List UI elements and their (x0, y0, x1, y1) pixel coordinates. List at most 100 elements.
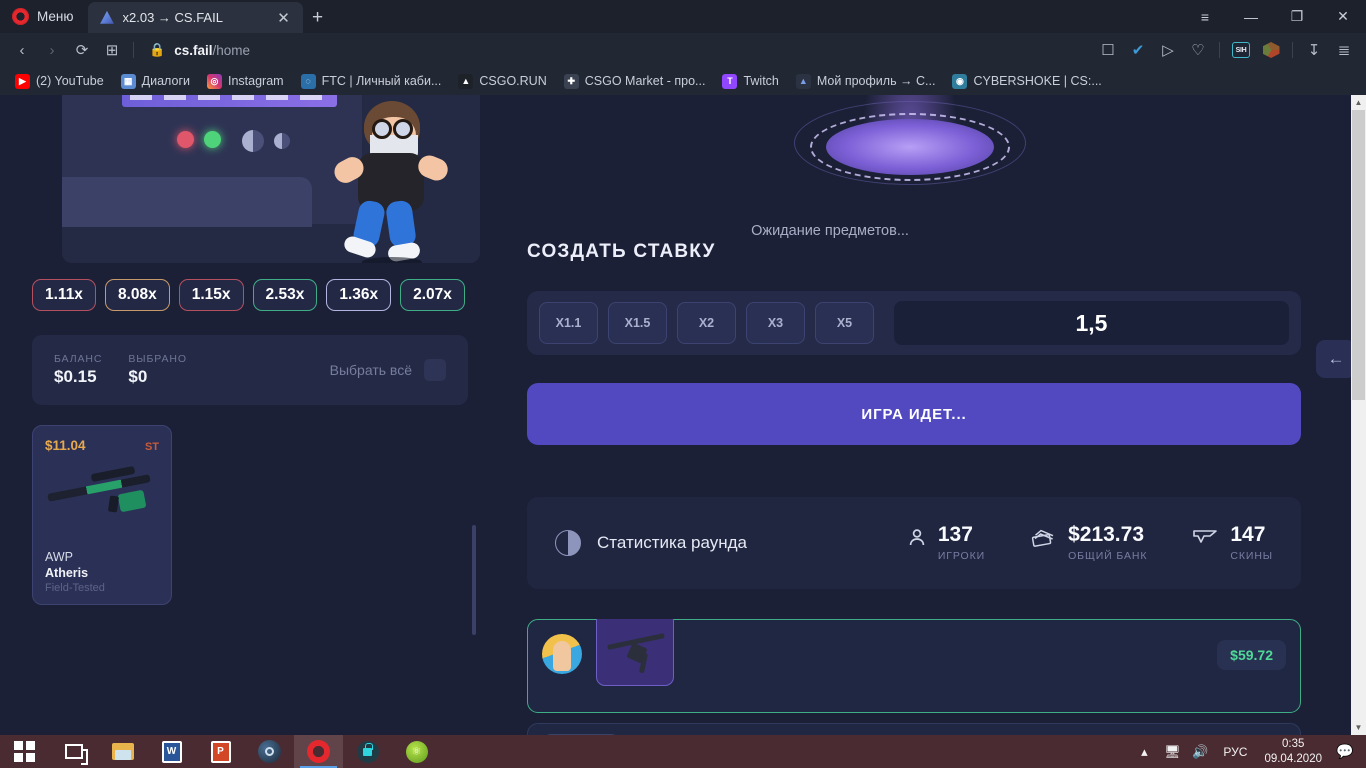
window-controls: ≡ — ❐ ✕ (1182, 0, 1366, 33)
select-all-control[interactable]: Выбрать всё (330, 359, 446, 381)
new-tab-button[interactable]: + (303, 2, 333, 33)
bookmark-dialogs[interactable]: ▦ Диалоги (114, 71, 197, 92)
cube-extension-icon[interactable] (1257, 36, 1285, 64)
select-all-checkbox[interactable] (424, 359, 446, 381)
desk-graphic (62, 177, 312, 227)
multiplier-value: 1.36x (339, 286, 379, 303)
powerpoint-button[interactable]: P (196, 735, 245, 768)
multiplier-chip[interactable]: 1.15x (178, 279, 244, 311)
multiplier-input[interactable]: 1,5 (894, 301, 1289, 345)
address-bar[interactable]: 🔒 cs.fail/home (141, 42, 1092, 58)
network-icon[interactable]: 🖥 (1158, 735, 1186, 768)
chevron-up-icon[interactable]: ▴ (1130, 735, 1158, 768)
windows-taskbar: W P ⚛ ▴ 🖥 🔊 РУС 0:35 09.04.2020 💬 (0, 735, 1366, 768)
stat-value: 137 (937, 523, 973, 547)
bookmark-profile[interactable]: ▲ Мой профиль → С... (789, 71, 943, 92)
bookmark-label: Twitch (743, 74, 779, 88)
bookmark-instagram[interactable]: ◎ Instagram (200, 71, 291, 92)
window-close-icon[interactable]: ✕ (1320, 0, 1366, 33)
item-skin: Atheris (45, 566, 89, 580)
bet-row[interactable]: $39.96 1.5x (527, 723, 1301, 735)
bookmark-youtube[interactable]: ▶ (2) YouTube (8, 71, 111, 92)
volume-icon[interactable]: 🔊 (1186, 735, 1214, 768)
csgomarket-icon: ✚ (563, 73, 579, 89)
collapse-panel-button[interactable]: ← (1316, 340, 1356, 378)
multiplier-preset-x11[interactable]: X1.1 (539, 302, 598, 344)
word-button[interactable]: W (147, 735, 196, 768)
multiplier-preset-x3[interactable]: X3 (746, 302, 805, 344)
language-indicator[interactable]: РУС (1214, 745, 1256, 759)
multiplier-chip[interactable]: 8.08x (104, 279, 170, 311)
bookmark-twitch[interactable]: T Twitch (715, 71, 785, 92)
csgorun-icon: ▲ (458, 73, 474, 89)
multiplier-chip[interactable]: 1.11x (32, 279, 96, 311)
opera-menu-button[interactable]: Меню (0, 0, 88, 33)
multiplier-preset-x15[interactable]: X1.5 (608, 302, 667, 344)
stat-bank: $213.73 ОБЩИЙ БАНК (1031, 524, 1147, 562)
bookmark-label: Мой профиль → С... (816, 74, 936, 88)
browser-tab[interactable]: x2.03 → CS.FAIL ✕ (87, 2, 303, 33)
reload-icon[interactable]: ⟳ (68, 36, 96, 64)
settings-icon[interactable]: ≣ (1330, 36, 1358, 64)
send-icon[interactable]: ▷ (1154, 36, 1182, 64)
multiplier-value: 2.53x (265, 286, 305, 303)
play-button[interactable]: ИГРА ИДЕТ... (527, 383, 1301, 445)
forward-icon[interactable]: › (38, 36, 66, 64)
heart-icon[interactable]: ♡ (1184, 36, 1212, 64)
inventory-scrollbar[interactable] (472, 425, 476, 649)
ak47-item-icon[interactable] (596, 619, 674, 686)
balance-bar: БАЛАНС $0.15 ВЫБРАНО $0 Выбрать всё (32, 335, 468, 405)
url-path: /home (212, 42, 250, 58)
task-view-button[interactable] (49, 735, 98, 768)
bookmark-csgorun[interactable]: ▲ CSGO.RUN (451, 71, 553, 92)
multiplier-chip[interactable]: 2.53x (252, 279, 318, 311)
camera-icon[interactable]: ☐ (1094, 36, 1122, 64)
money-icon (1031, 528, 1057, 553)
multiplier-chip[interactable]: 2.07x (400, 279, 465, 311)
back-icon[interactable]: ‹ (8, 36, 36, 64)
speed-dial-icon[interactable]: ⊞ (98, 36, 126, 64)
scrollbar-thumb[interactable] (1352, 110, 1365, 400)
steam-button[interactable] (245, 735, 294, 768)
bookmark-cybershoke[interactable]: ◉ CYBERSHOKE | CS:... (945, 71, 1108, 92)
twitch-icon: T (722, 73, 738, 89)
multiplier-chip[interactable]: 1.36x (326, 279, 392, 311)
notification-icon[interactable]: 💬 (1330, 735, 1360, 768)
page-scrollbar[interactable]: ▲ ▼ (1351, 95, 1366, 735)
bookmark-csgomarket[interactable]: ✚ CSGO Market - про... (557, 71, 713, 92)
scroll-down-icon[interactable]: ▼ (1351, 720, 1366, 735)
green-app-button[interactable]: ⚛ (392, 735, 441, 768)
tab-strip: x2.03 → CS.FAIL ✕ + (87, 0, 333, 33)
inventory-item[interactable]: $11.04 ST AWP Atheris Field-Tested (32, 425, 172, 605)
multiplier-value: 2.07x (413, 286, 452, 303)
red-led-icon (177, 131, 194, 148)
scroll-up-icon[interactable]: ▲ (1351, 95, 1366, 110)
shield-icon[interactable]: ✔ (1124, 36, 1152, 64)
minimize-icon[interactable]: — (1228, 0, 1274, 33)
maximize-icon[interactable]: ❐ (1274, 0, 1320, 33)
player-icon (907, 528, 927, 553)
bet-list: $59.72 $39.96 1.5x (527, 619, 1301, 735)
multiplier-preset-x2[interactable]: X2 (677, 302, 736, 344)
cs-fail-page: 1.11x 8.08x 1.15x 2.53x 1.36x 2.07x 17.5… (0, 95, 1356, 735)
portal-animation (790, 95, 1030, 215)
close-icon[interactable]: ✕ (273, 7, 295, 29)
opera-taskbar-button[interactable] (294, 735, 343, 768)
vpn-button[interactable] (343, 735, 392, 768)
bet-controls: X1.1 X1.5 X2 X3 X5 1,5 (527, 291, 1301, 355)
tab-list-icon[interactable]: ≡ (1182, 0, 1228, 33)
skin-icon (1193, 528, 1219, 551)
powerpoint-icon: P (210, 740, 231, 763)
start-button[interactable] (0, 735, 49, 768)
bookmark-ftc[interactable]: ◌ FTC | Личный каби... (294, 71, 449, 92)
multiplier-preset-x5[interactable]: X5 (815, 302, 874, 344)
dial-icon (242, 130, 264, 152)
sih-extension-icon[interactable]: SIH (1227, 36, 1255, 64)
file-explorer-button[interactable] (98, 735, 147, 768)
clock[interactable]: 0:35 09.04.2020 (1256, 737, 1330, 766)
bet-row[interactable]: $59.72 (527, 619, 1301, 713)
selected-label: ВЫБРАНО (128, 353, 187, 365)
divider (133, 42, 134, 58)
preset-label: X2 (698, 316, 715, 330)
download-icon[interactable]: ↧ (1300, 36, 1328, 64)
